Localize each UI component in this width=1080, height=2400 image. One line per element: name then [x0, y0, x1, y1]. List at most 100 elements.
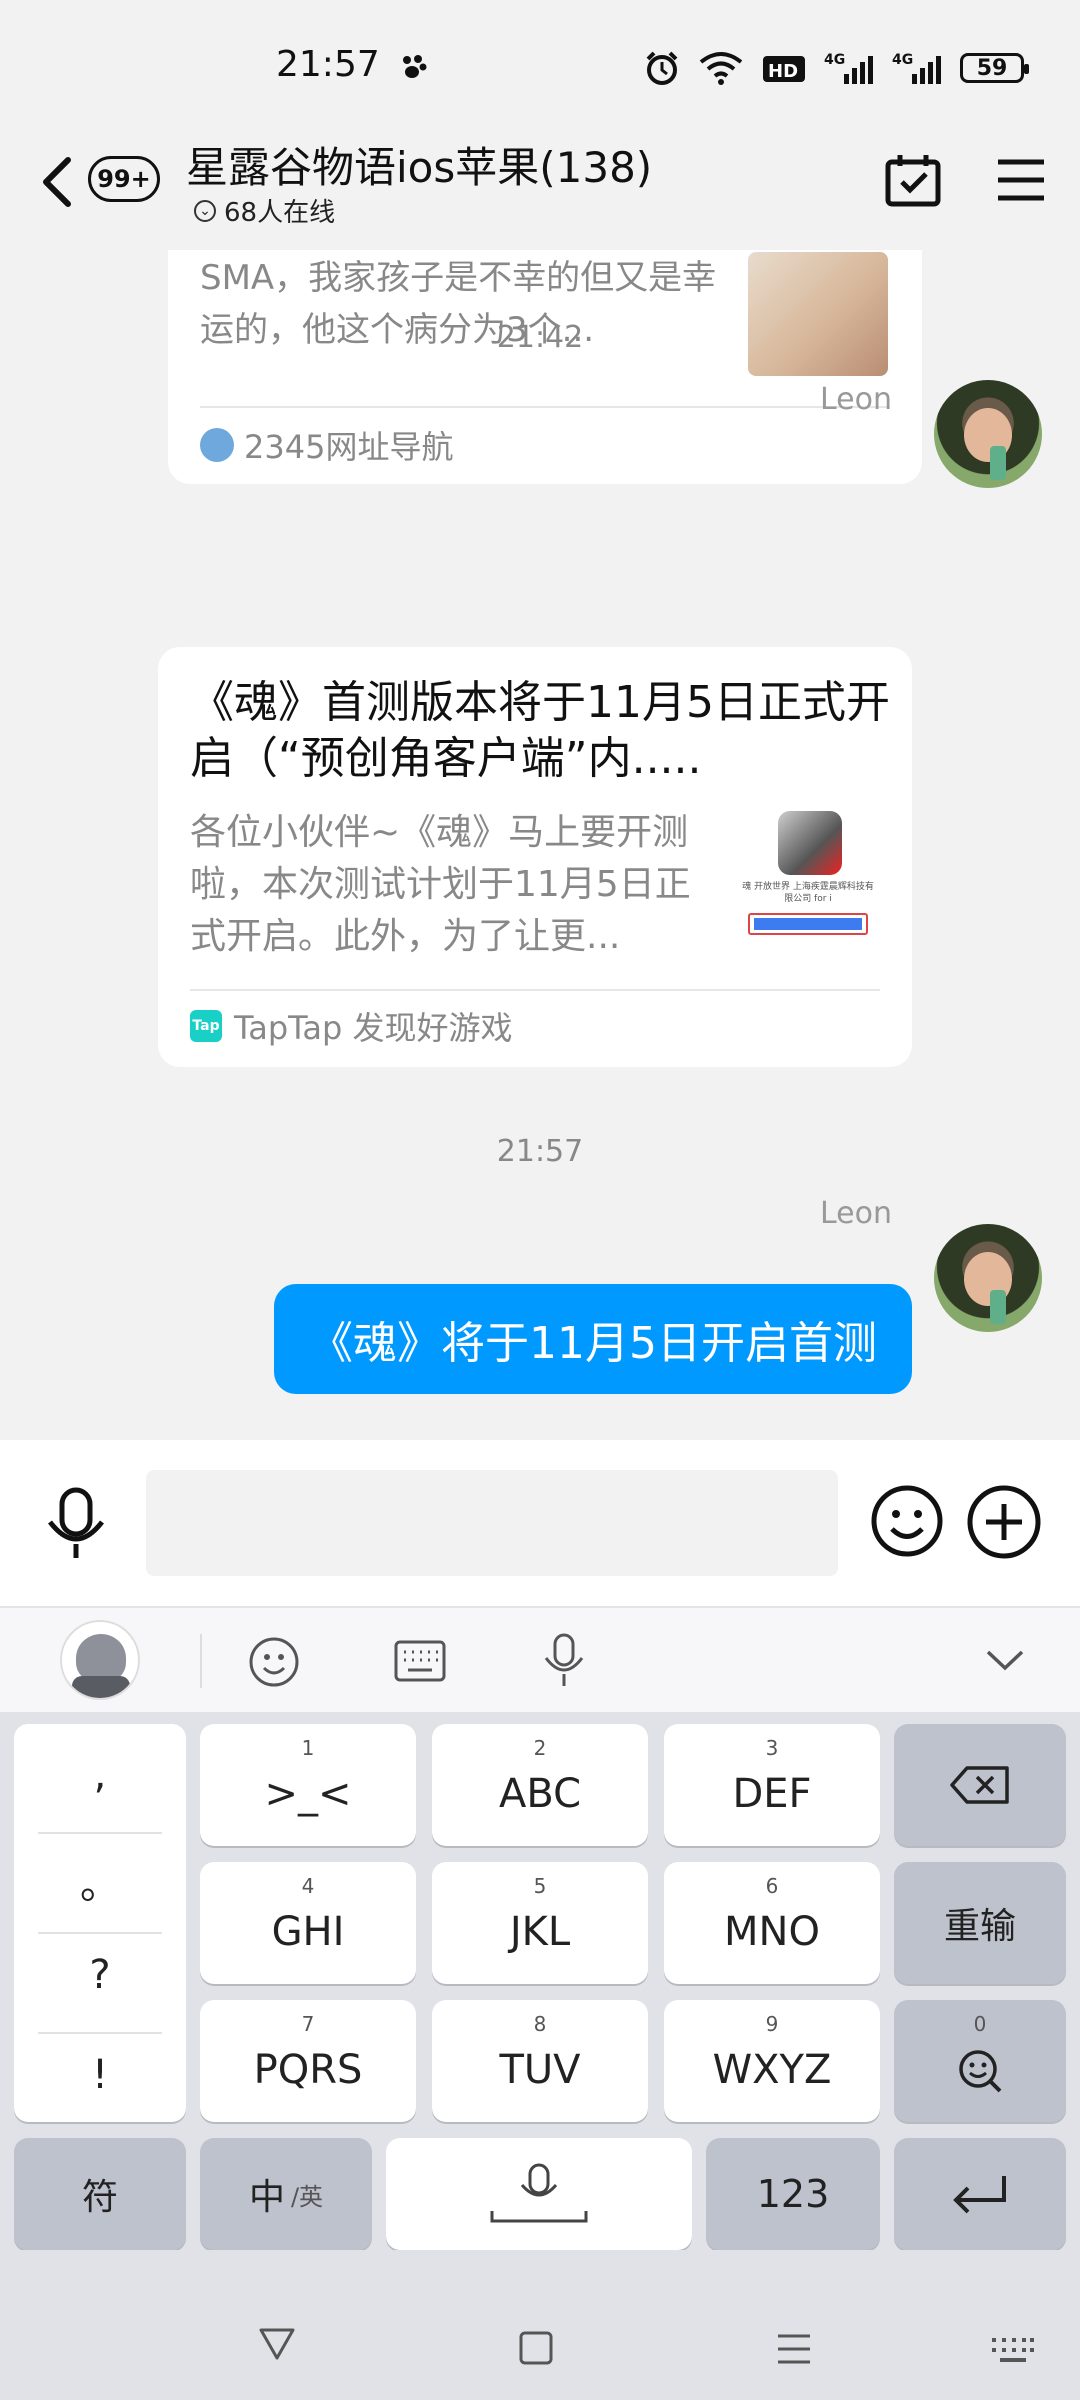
key-7[interactable]: 7 PQRS: [200, 2000, 416, 2122]
key-label: TUV: [499, 2047, 581, 2093]
group-title[interactable]: 星露谷物语ios苹果(138): [186, 134, 652, 195]
alarm-icon: [646, 51, 678, 85]
keyboard-toolbar: [0, 1606, 1080, 1712]
emoji-icon[interactable]: [870, 1484, 944, 1558]
key-number: 2: [533, 1736, 547, 1760]
divider: [200, 406, 890, 408]
enter-icon: [953, 2176, 1006, 2214]
key-1[interactable]: 1 >_<: [200, 1724, 416, 1846]
back-button[interactable]: [34, 152, 84, 212]
divider: [38, 1832, 162, 1834]
calendar-check-icon[interactable]: [884, 152, 942, 208]
divider: [38, 1932, 162, 1934]
key-9[interactable]: 9 WXYZ: [664, 2000, 880, 2122]
emoji-search-icon: [959, 2050, 1002, 2093]
plus-icon[interactable]: [966, 1484, 1042, 1560]
numbers-key[interactable]: 123: [706, 2138, 880, 2250]
divider: [38, 2032, 162, 2034]
symbol-key[interactable]: 符: [14, 2138, 186, 2250]
key-number: 8: [533, 2012, 547, 2036]
key-label: >_<: [264, 1771, 352, 1817]
key-number: 9: [765, 2012, 779, 2036]
chat-header: 99+ 星露谷物语ios苹果(138) ⌄ 68人在线: [0, 120, 1080, 250]
ime-keyboard: , 。 ? ! 1 >_< 2 ABC 3 DEF 4 GHI 5 JKL 6 …: [0, 1712, 1080, 2250]
key-label: 符: [81, 2177, 118, 2218]
key-3[interactable]: 3 DEF: [664, 1724, 880, 1846]
message-input[interactable]: [146, 1470, 838, 1576]
svg-text:HD: HD: [768, 61, 798, 82]
backspace-icon: [950, 1766, 1009, 1804]
key-label: 重输: [943, 1906, 1016, 1947]
octopus-icon: [200, 428, 234, 462]
status-icons: HD 4G 4G 59: [644, 48, 1029, 88]
link-card-thumbnail: 魂 开放世界 上海疾霆晨辉科技有限公司 for i: [738, 811, 878, 943]
link-card-title: 《魂》首测版本将于11月5日正式开启（“预创角客户端”内.....: [190, 677, 890, 784]
enter-key[interactable]: [894, 2138, 1066, 2250]
key-number: 7: [301, 2012, 315, 2036]
key-label: DEF: [732, 1771, 812, 1817]
keyboard-hide-icon[interactable]: [990, 2336, 1036, 2366]
keyboard-icon[interactable]: [394, 1638, 446, 1684]
ime-avatar[interactable]: [60, 1620, 140, 1700]
key-0-emoji[interactable]: 0: [894, 2000, 1066, 2122]
chevron-down-icon[interactable]: [984, 1646, 1026, 1676]
key-number: 5: [533, 1874, 547, 1898]
online-status[interactable]: ⌄ 68人在线: [194, 192, 335, 229]
battery-icon: 59: [960, 53, 1029, 83]
key-4[interactable]: 4 GHI: [200, 1862, 416, 1984]
wifi-icon: [699, 52, 743, 85]
key-label: WXYZ: [712, 2047, 832, 2093]
back-triangle-icon[interactable]: [258, 2326, 296, 2362]
avatar[interactable]: [934, 380, 1042, 488]
taptap-icon: Tap: [190, 1010, 222, 1042]
link-card[interactable]: SMA，我家孩子是不幸的但又是幸运的，他这个病分为3个... 2345网址导航: [168, 250, 922, 484]
punct-exclaim-key[interactable]: !: [14, 2052, 186, 2098]
key-label: JKL: [509, 1909, 571, 1955]
link-card-source: 2345网址导航: [200, 422, 453, 468]
divider: [200, 1634, 202, 1688]
backspace-key[interactable]: [894, 1724, 1066, 1846]
chat-messages[interactable]: SMA，我家孩子是不幸的但又是幸运的，他这个病分为3个... 2345网址导航 …: [0, 250, 1080, 1440]
language-switch-key[interactable]: 中 /英: [200, 2138, 372, 2250]
microphone-icon: [490, 2163, 588, 2223]
link-card-thumbnail: [748, 252, 888, 376]
key-8[interactable]: 8 TUV: [432, 2000, 648, 2122]
status-time: 21:57: [276, 44, 380, 85]
svg-text:4G: 4G: [892, 52, 913, 68]
microphone-icon[interactable]: [44, 1486, 108, 1562]
unread-badge[interactable]: 99+: [88, 156, 160, 202]
key-number: 1: [301, 1736, 315, 1760]
emoji-icon[interactable]: [248, 1636, 300, 1688]
punct-comma-key[interactable]: ,: [14, 1752, 186, 1798]
key-5[interactable]: 5 JKL: [432, 1862, 648, 1984]
home-square-icon[interactable]: [518, 2330, 554, 2366]
reinput-key[interactable]: 重输: [894, 1862, 1066, 1984]
key-6[interactable]: 6 MNO: [664, 1862, 880, 1984]
message-timestamp: 21:57: [496, 1134, 584, 1169]
key-label: ABC: [498, 1771, 582, 1817]
menu-icon[interactable]: [996, 158, 1046, 202]
divider: [190, 989, 880, 991]
sender-name: Leon: [819, 1196, 892, 1231]
space-key[interactable]: [386, 2138, 692, 2250]
punct-question-key[interactable]: ?: [14, 1952, 186, 1998]
link-card-source-label: 2345网址导航: [244, 428, 454, 466]
link-card-description: 各位小伙伴~《魂》马上要开测啦，本次测试计划于11月5日正式开启。此外，为了让更…: [190, 812, 691, 957]
signal-4g-icon: 4G: [892, 52, 941, 84]
status-bar: 21:57 HD 4G 4G 59: [0, 0, 1080, 140]
thumbnail-button: [748, 913, 868, 935]
punctuation-column[interactable]: , 。 ? !: [14, 1724, 186, 2122]
link-card-source-label: TapTap 发现好游戏: [234, 1009, 513, 1047]
input-bar: [0, 1440, 1080, 1606]
microphone-icon[interactable]: [542, 1632, 586, 1688]
punct-period-key[interactable]: 。: [14, 1852, 186, 1910]
message-bubble[interactable]: 《魂》将于11月5日开启首测: [274, 1284, 912, 1394]
signal-4g-icon: 4G: [824, 52, 873, 84]
recents-menu-icon[interactable]: [776, 2332, 812, 2366]
avatar[interactable]: [934, 1224, 1042, 1332]
link-card[interactable]: 《魂》首测版本将于11月5日正式开启（“预创角客户端”内..... 各位小伙伴~…: [158, 647, 912, 1067]
key-2[interactable]: 2 ABC: [432, 1724, 648, 1846]
chevron-down-icon: ⌄: [194, 199, 216, 222]
key-label: 中: [248, 2177, 285, 2218]
hd-icon: HD: [763, 56, 805, 82]
